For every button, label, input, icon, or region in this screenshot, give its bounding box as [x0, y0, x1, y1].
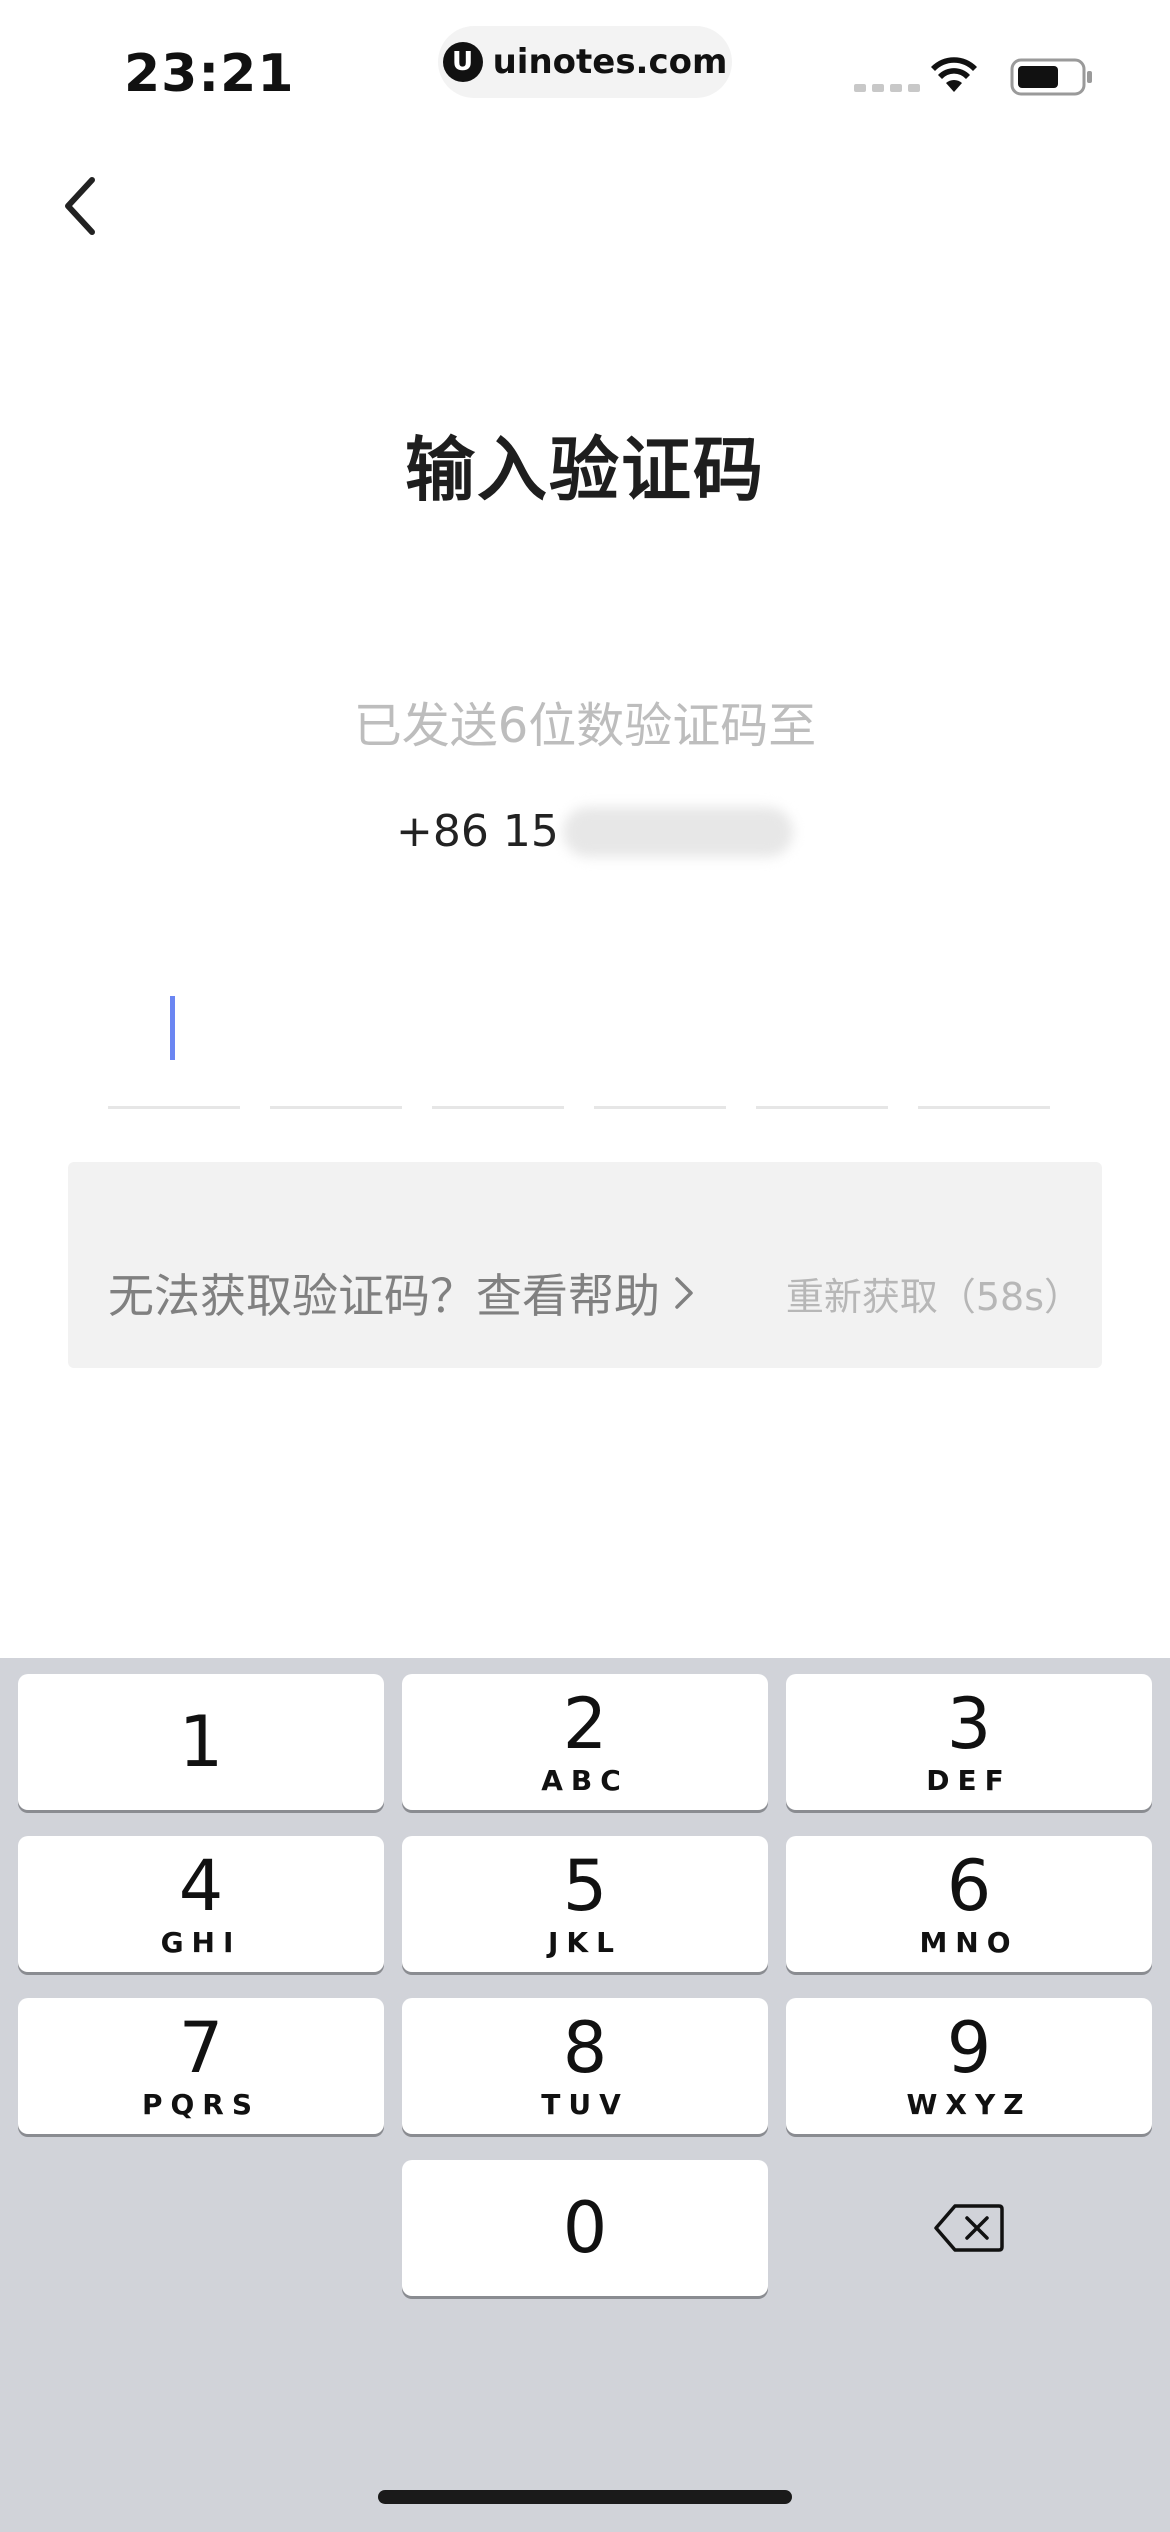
- help-link-label: 无法获取验证码？查看帮助: [108, 1269, 660, 1323]
- key-3[interactable]: 3 DEF: [786, 1674, 1152, 1810]
- key-2[interactable]: 2 ABC: [402, 1674, 768, 1810]
- code-slot[interactable]: [594, 990, 726, 1109]
- key-letters: PQRS: [141, 2088, 261, 2121]
- help-panel: 无法获取验证码？查看帮助 重新获取（58s）: [68, 1162, 1102, 1368]
- verification-screen: 23:21 U uinotes.com 输入验证码 已发送6位数验证码至 +86…: [0, 0, 1170, 2532]
- chevron-left-icon: [65, 177, 95, 235]
- text-cursor: [170, 996, 175, 1060]
- site-logo-icon: U: [442, 42, 483, 82]
- url-text: uinotes.com: [492, 42, 728, 82]
- backspace-icon: [934, 2204, 1004, 2252]
- code-slot[interactable]: [432, 990, 564, 1109]
- code-slot[interactable]: [918, 990, 1050, 1109]
- key-digit: 1: [178, 1701, 224, 1783]
- url-pill[interactable]: U uinotes.com: [438, 26, 732, 98]
- key-5[interactable]: 5 JKL: [402, 1836, 768, 1972]
- key-9[interactable]: 9 WXYZ: [786, 1998, 1152, 2134]
- key-8[interactable]: 8 TUV: [402, 1998, 768, 2134]
- status-time: 23:21: [124, 44, 295, 104]
- code-input[interactable]: [108, 990, 1052, 1109]
- key-digit: 6: [946, 1845, 992, 1927]
- delete-key[interactable]: [786, 2160, 1152, 2296]
- key-digit: 4: [178, 1845, 224, 1927]
- key-0[interactable]: 0: [402, 2160, 768, 2296]
- numeric-keyboard: 1 2 ABC 3 DEF 4 GHI 5 JKL 6 MNO 7 PQRS 8…: [0, 1658, 1170, 2532]
- key-letters: WXYZ: [906, 2088, 1032, 2121]
- key-digit: 5: [562, 1845, 608, 1927]
- key-letters: ABC: [541, 1764, 629, 1797]
- key-7[interactable]: 7 PQRS: [18, 1998, 384, 2134]
- key-letters: DEF: [926, 1764, 1012, 1797]
- key-4[interactable]: 4 GHI: [18, 1836, 384, 1972]
- code-slot[interactable]: [108, 990, 240, 1109]
- status-indicators: [854, 52, 1094, 102]
- phone-number-redacted: [562, 806, 793, 857]
- wifi-icon: [931, 57, 977, 92]
- resend-countdown: 重新获取（58s）: [785, 1275, 1082, 1319]
- chevron-right-icon: [675, 1277, 693, 1309]
- home-indicator[interactable]: [378, 2490, 792, 2504]
- key-letters: TUV: [541, 2088, 629, 2121]
- key-digit: 9: [946, 2007, 992, 2089]
- code-slot[interactable]: [756, 990, 888, 1109]
- key-6[interactable]: 6 MNO: [786, 1836, 1152, 1972]
- phone-number: +86 15: [396, 806, 793, 857]
- code-slot[interactable]: [270, 990, 402, 1109]
- phone-number-visible: +86 15: [396, 806, 559, 857]
- key-digit: 2: [562, 1683, 608, 1765]
- key-letters: MNO: [919, 1926, 1019, 1959]
- help-link[interactable]: 无法获取验证码？查看帮助: [108, 1260, 696, 1326]
- key-digit: 0: [562, 2187, 608, 2269]
- back-button[interactable]: [52, 172, 112, 240]
- key-letters: JKL: [548, 1926, 622, 1959]
- key-digit: 7: [178, 2007, 224, 2089]
- key-1[interactable]: 1: [18, 1674, 384, 1810]
- key-digit: 3: [946, 1683, 992, 1765]
- page-title: 输入验证码: [405, 429, 765, 511]
- key-letters: GHI: [160, 1926, 242, 1959]
- sent-to-label: 已发送6位数验证码至: [353, 698, 817, 754]
- key-digit: 8: [562, 2007, 608, 2089]
- cellular-signal-icon: [854, 84, 920, 92]
- battery-icon: [1010, 58, 1092, 96]
